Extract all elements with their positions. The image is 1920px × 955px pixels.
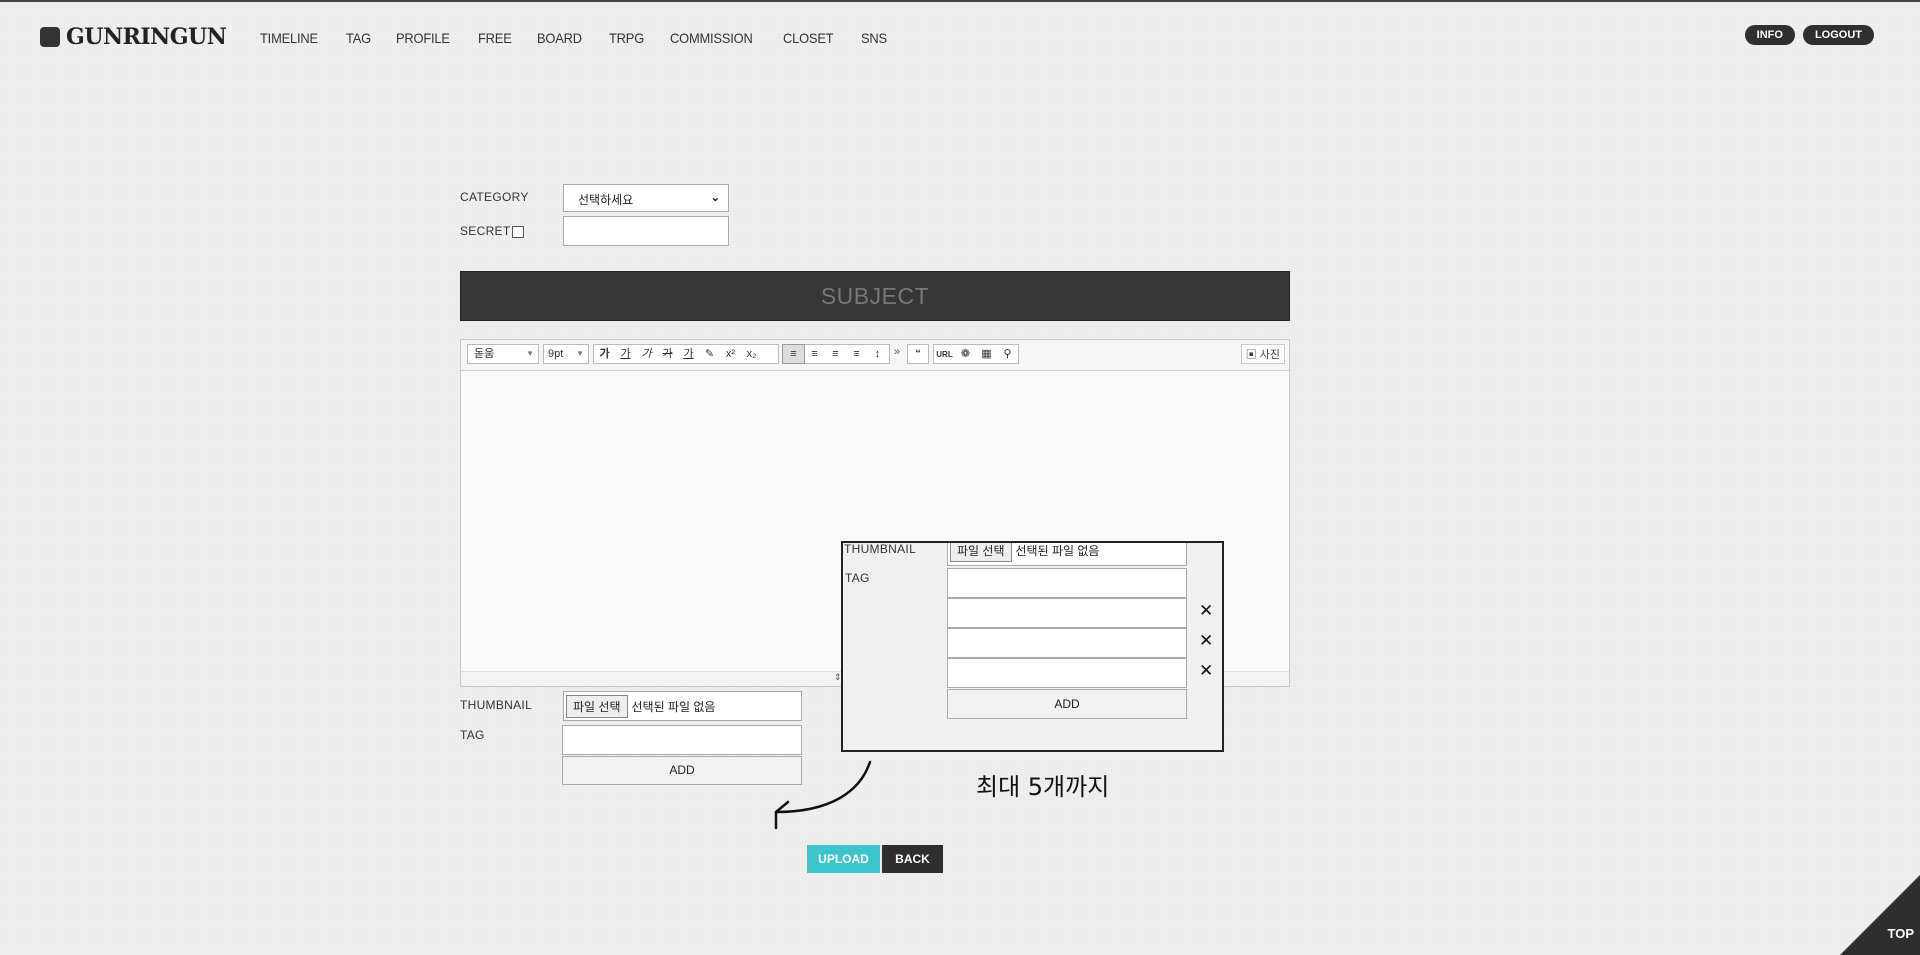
align-justify-icon[interactable]: ≡ bbox=[846, 345, 867, 363]
thumbnail-label: THUMBNAIL bbox=[460, 698, 533, 712]
logo-text: GUNRINGUN bbox=[66, 24, 227, 50]
chevron-down-icon: ⌄ bbox=[710, 192, 720, 204]
quote-icon[interactable]: “ bbox=[907, 344, 929, 364]
close-icon[interactable]: ✕ bbox=[1199, 661, 1213, 681]
align-group: ≡ ≡ ≡ ≡ ↕ bbox=[782, 344, 890, 364]
tag-label: TAG bbox=[460, 728, 485, 742]
file-select-button[interactable]: 파일 선택 bbox=[950, 543, 1012, 562]
table-icon[interactable]: ▦ bbox=[976, 345, 997, 363]
top-navigation: GUNRINGUN TIMELINE TAG PROFILE FREE BOAR… bbox=[0, 2, 1920, 72]
file-select-button[interactable]: 파일 선택 bbox=[566, 694, 628, 718]
top-label: TOP bbox=[1887, 926, 1915, 941]
line-height-icon[interactable]: ↕ bbox=[867, 345, 888, 363]
close-icon[interactable]: ✕ bbox=[1199, 601, 1213, 621]
tag-input-3[interactable] bbox=[947, 628, 1187, 658]
bold-icon[interactable]: 가 bbox=[594, 345, 615, 363]
chevron-down-icon: ▼ bbox=[526, 349, 534, 358]
site-logo[interactable]: GUNRINGUN bbox=[40, 24, 227, 50]
font-family-value: 돋움 bbox=[474, 348, 495, 360]
nav-item-commission[interactable]: COMMISSION bbox=[670, 30, 753, 46]
tag-label: TAG bbox=[845, 571, 870, 585]
scroll-top-button[interactable]: TOP bbox=[1840, 875, 1920, 955]
tag-input-1[interactable] bbox=[947, 568, 1187, 598]
file-status-text: 선택된 파일 없음 bbox=[1015, 544, 1100, 558]
insert-group: URL ❁ ▦ ⚲ bbox=[933, 344, 1019, 364]
tag-input-2[interactable] bbox=[947, 598, 1187, 628]
logout-button[interactable]: LOGOUT bbox=[1802, 25, 1874, 45]
nav-item-board[interactable]: BOARD bbox=[537, 30, 582, 46]
nav-item-tag[interactable]: TAG bbox=[346, 30, 371, 46]
italic-icon[interactable]: 가 bbox=[636, 345, 657, 363]
text-mode-inset: THUMBNAIL 파일 선택 선택된 파일 없음 TAG ✕ ✕ ✕ ADD bbox=[843, 543, 1222, 750]
highlight-icon[interactable]: ✎ bbox=[699, 345, 720, 363]
nav-item-timeline[interactable]: TIMELINE bbox=[260, 30, 318, 46]
strikethrough-icon[interactable]: 가 bbox=[657, 345, 678, 363]
insert-photo-button[interactable]: ▣ 사진 bbox=[1240, 344, 1285, 364]
category-select[interactable]: 선택하세요 ⌄ bbox=[563, 184, 729, 212]
text-format-group: 가 가 가 가 가 ✎ x² x₂ bbox=[593, 344, 779, 364]
category-select-value: 선택하세요 bbox=[578, 193, 634, 207]
file-status-text: 선택된 파일 없음 bbox=[631, 699, 716, 714]
subscript-icon[interactable]: x₂ bbox=[741, 345, 762, 363]
account-buttons: INFO LOGOUT bbox=[1737, 25, 1874, 45]
nav-item-sns[interactable]: SNS bbox=[861, 30, 887, 46]
tag-input-4[interactable] bbox=[947, 658, 1187, 688]
link-icon[interactable]: URL bbox=[934, 346, 955, 364]
emoticon-icon[interactable]: ❁ bbox=[955, 345, 976, 363]
font-size-select[interactable]: 9pt ▼ bbox=[543, 344, 589, 364]
logo-square-icon bbox=[40, 27, 60, 47]
info-button[interactable]: INFO bbox=[1744, 25, 1795, 45]
add-tag-button[interactable]: ADD bbox=[947, 689, 1187, 719]
thumbnail-file-input[interactable]: 파일 선택 선택된 파일 없음 bbox=[947, 543, 1187, 566]
corner-triangle-icon bbox=[1840, 875, 1920, 955]
font-family-select[interactable]: 돋움 ▼ bbox=[467, 344, 539, 364]
thumbnail-label: THUMBNAIL bbox=[844, 542, 917, 556]
upload-button[interactable]: UPLOAD bbox=[807, 845, 880, 873]
main-nav: TIMELINE TAG PROFILE FREE BOARD TRPG COM… bbox=[260, 30, 912, 46]
back-button[interactable]: BACK bbox=[882, 845, 943, 873]
annotation-arrow-icon bbox=[774, 760, 872, 830]
superscript-icon[interactable]: x² bbox=[720, 345, 741, 363]
align-right-icon[interactable]: ≡ bbox=[825, 345, 846, 363]
search-icon[interactable]: ⚲ bbox=[997, 345, 1018, 363]
subject-input[interactable]: SUBJECT bbox=[460, 271, 1290, 321]
thumbnail-file-input[interactable]: 파일 선택 선택된 파일 없음 bbox=[563, 691, 802, 721]
close-icon[interactable]: ✕ bbox=[1199, 631, 1213, 651]
font-color-icon[interactable]: 가 bbox=[678, 345, 699, 363]
nav-item-free[interactable]: FREE bbox=[478, 30, 512, 46]
nav-item-profile[interactable]: PROFILE bbox=[396, 30, 450, 46]
chevron-down-icon: ▼ bbox=[576, 349, 584, 358]
annotation-caption: 최대 5개까지 bbox=[976, 773, 1110, 801]
secret-label-text: SECRET bbox=[460, 224, 511, 238]
secret-label: SECRET bbox=[460, 224, 525, 238]
secret-password-input[interactable] bbox=[563, 216, 729, 246]
align-left-icon[interactable]: ≡ bbox=[782, 344, 805, 364]
tag-input[interactable] bbox=[562, 725, 802, 755]
nav-item-trpg[interactable]: TRPG bbox=[609, 30, 644, 46]
photo-label: 사진 bbox=[1259, 349, 1280, 361]
annotation-zoom-box: THUMBNAIL 파일 선택 선택된 파일 없음 TAG ✕ ✕ ✕ ADD bbox=[841, 541, 1224, 752]
more-icon[interactable]: » bbox=[894, 346, 900, 358]
secret-checkbox[interactable] bbox=[512, 225, 525, 238]
font-size-value: 9pt bbox=[548, 348, 564, 360]
category-label: CATEGORY bbox=[460, 190, 529, 204]
camera-icon: ▣ bbox=[1245, 349, 1257, 361]
align-center-icon[interactable]: ≡ bbox=[804, 345, 825, 363]
nav-item-closet[interactable]: CLOSET bbox=[783, 30, 834, 46]
editor-toolbar: 돋움 ▼ 9pt ▼ 가 가 가 가 가 ✎ x² x₂ ≡ ≡ ≡ ≡ ↕ » “ URL ❁ ▦ ⚲ ▣ 사… bbox=[461, 340, 1289, 371]
underline-icon[interactable]: 가 bbox=[615, 345, 636, 363]
